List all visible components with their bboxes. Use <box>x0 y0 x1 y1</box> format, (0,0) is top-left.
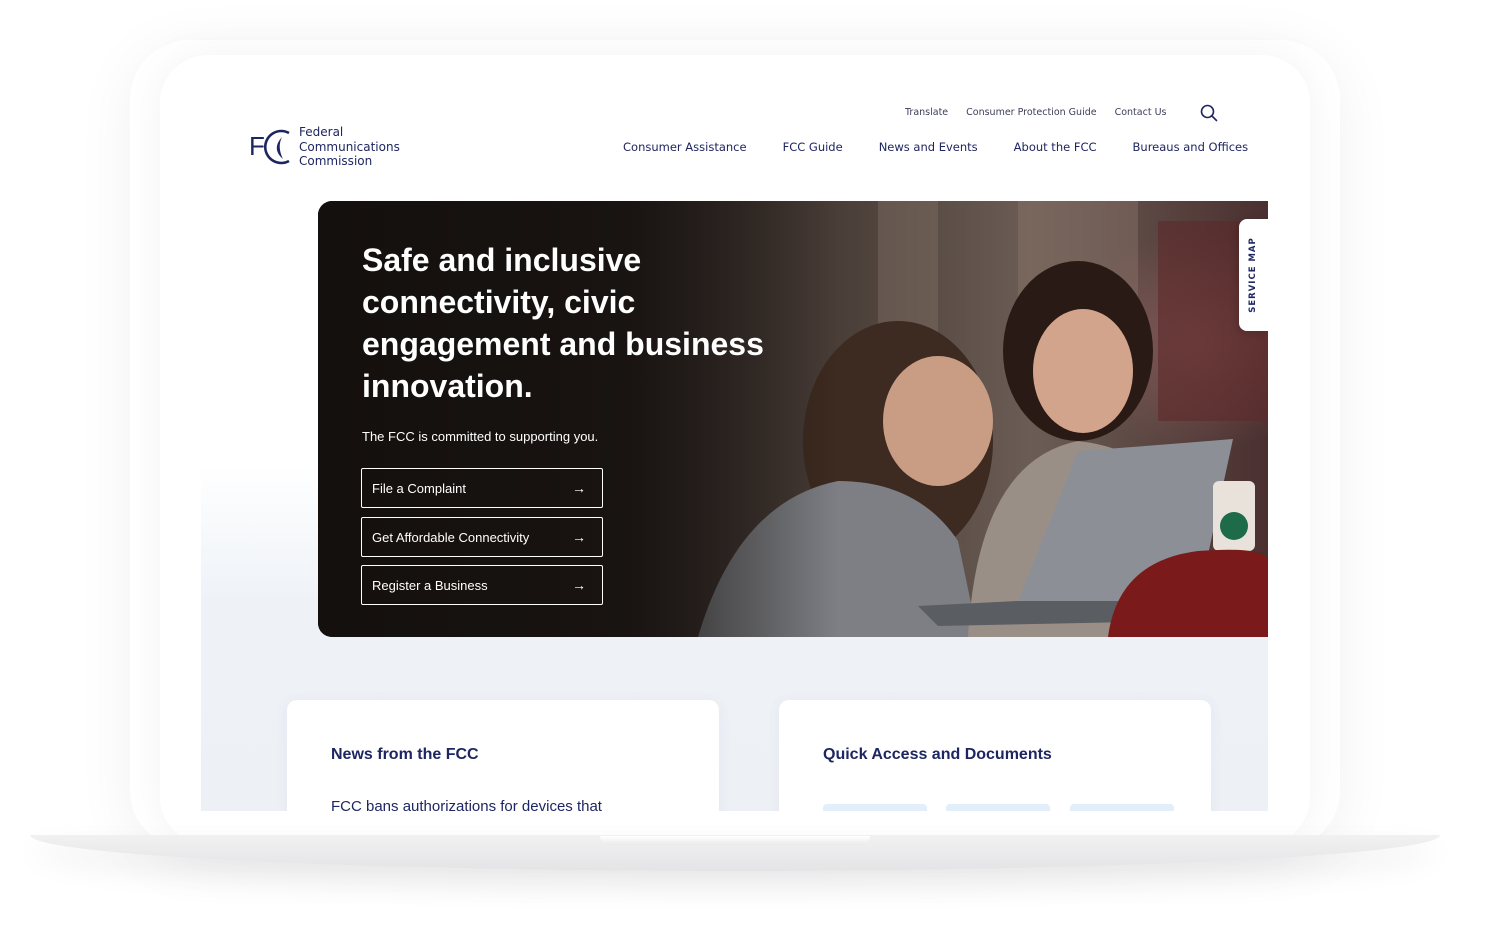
button-label: Register a Business <box>372 577 488 593</box>
service-map-tab[interactable]: SERVICE MAP <box>1239 219 1268 331</box>
nav-about-the-fcc[interactable]: About the FCC <box>1014 140 1097 154</box>
file-complaint-button[interactable]: File a Complaint → <box>361 468 603 508</box>
utility-link-contact-us[interactable]: Contact Us <box>1115 107 1167 118</box>
nav-fcc-guide[interactable]: FCC Guide <box>783 140 843 154</box>
laptop-notch <box>600 836 870 845</box>
arrow-right-icon: → <box>572 480 586 496</box>
quick-access-tile[interactable] <box>1070 804 1174 811</box>
website-screen: F Federal Communications Commission Tran… <box>201 85 1268 811</box>
utility-nav: Translate Consumer Protection Guide Cont… <box>905 107 1166 118</box>
button-label: File a Complaint <box>372 480 466 496</box>
register-business-button[interactable]: Register a Business → <box>361 565 603 605</box>
search-icon[interactable] <box>1199 103 1219 123</box>
logo-text-line: Commission <box>299 154 373 168</box>
fcc-logo-mark-icon: F <box>249 127 299 167</box>
nav-consumer-assistance[interactable]: Consumer Assistance <box>623 140 747 154</box>
quick-access-tile[interactable] <box>946 804 1050 811</box>
logo-text-line: Communications <box>299 139 400 154</box>
logo-text-line: Federal <box>299 125 344 139</box>
fcc-logo[interactable]: F Federal Communications Commission <box>249 125 400 169</box>
quick-access-card-title: Quick Access and Documents <box>823 746 1052 763</box>
utility-link-translate[interactable]: Translate <box>905 107 948 118</box>
service-map-label: SERVICE MAP <box>1248 237 1258 313</box>
arrow-right-icon: → <box>572 529 586 545</box>
svg-text:F: F <box>249 131 265 161</box>
quick-access-card: Quick Access and Documents <box>779 700 1211 811</box>
nav-news-and-events[interactable]: News and Events <box>879 140 978 154</box>
hero-title: Safe and inclusive connectivity, civic e… <box>362 242 764 404</box>
arrow-right-icon: → <box>572 577 586 593</box>
logo-text: Federal Communications Commission <box>299 125 400 169</box>
news-card-title: News from the FCC <box>331 746 479 763</box>
get-affordable-connectivity-button[interactable]: Get Affordable Connectivity → <box>361 517 603 557</box>
utility-link-consumer-protection-guide[interactable]: Consumer Protection Guide <box>966 107 1096 118</box>
news-card: News from the FCC FCC bans authorization… <box>287 700 719 811</box>
main-nav: Consumer Assistance FCC Guide News and E… <box>623 140 1248 154</box>
button-label: Get Affordable Connectivity <box>372 529 530 545</box>
hero-banner: Safe and inclusive connectivity, civic e… <box>318 201 1268 637</box>
nav-bureaus-and-offices[interactable]: Bureaus and Offices <box>1133 140 1249 154</box>
news-item-link[interactable]: FCC bans authorizations for devices that <box>331 798 602 811</box>
hero-subtitle: The FCC is committed to supporting you. <box>362 429 599 444</box>
quick-access-tile[interactable] <box>823 804 927 811</box>
